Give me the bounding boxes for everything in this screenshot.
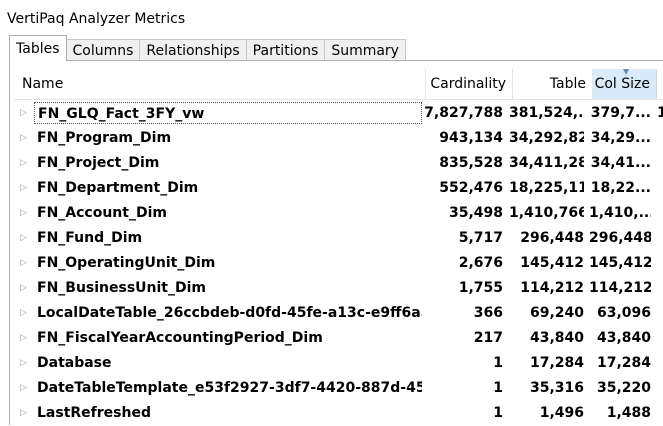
row-cardinality: 2,676 xyxy=(458,255,503,271)
row-col-size: 63,096 xyxy=(596,305,651,321)
table-row[interactable]: ▷ FN_Department_Dim 552,476 18,225,111 18,22… xyxy=(10,176,663,201)
tables-panel: Name Cardinality Table ▼ Col Size ▷ FN_GL… xyxy=(9,60,663,425)
row-table-size: 17,284 xyxy=(529,355,584,371)
row-name: DateTableTemplate_e53f2927-3df7-4420-887… xyxy=(37,380,422,396)
tree-expander-icon[interactable]: ▷ xyxy=(20,251,30,276)
row-col-size: 43,840 xyxy=(596,330,651,346)
table-row[interactable]: ▷ FN_Program_Dim 943,134 34,292,827 34,29... xyxy=(10,126,663,151)
row-col-size: 34,41... xyxy=(590,155,651,171)
row-col-size: 35,220 xyxy=(596,380,651,396)
table-row[interactable]: ▷ FN_Fund_Dim 5,717 296,448 296,448 xyxy=(10,226,663,251)
row-col-size: 18,22... xyxy=(590,180,651,196)
tree-expander-icon[interactable]: ▷ xyxy=(20,151,30,176)
row-table-size: 296,448 xyxy=(520,230,584,246)
row-col-size: 1,488 xyxy=(606,405,651,421)
table-row[interactable]: ▷ FN_OperatingUnit_Dim 2,676 145,412 145,412 xyxy=(10,251,663,276)
header-col-size-label: Col Size xyxy=(594,76,650,92)
sort-descending-icon: ▼ xyxy=(623,69,630,76)
row-table-size: 18,225,111 xyxy=(509,180,584,196)
row-col-size: 296,448 xyxy=(589,230,651,246)
row-name: FN_Program_Dim xyxy=(37,130,172,146)
row-cardinality: 5,717 xyxy=(458,230,503,246)
row-name: LocalDateTable_26ccbdeb-d0fd-45fe-a13c-e… xyxy=(37,305,422,321)
row-cardinality: 217 xyxy=(473,330,503,346)
table-row[interactable]: ▷ FN_FiscalYearAccountingPeriod_Dim 217 43,… xyxy=(10,326,663,351)
table-row[interactable]: ▷ LocalDateTable_26ccbdeb-d0fd-45fe-a13c-… xyxy=(10,301,663,326)
row-col-size: 34,29... xyxy=(590,130,651,146)
row-cardinality: 1 xyxy=(493,405,503,421)
column-header-row: Name Cardinality Table ▼ Col Size xyxy=(14,69,663,100)
row-name: FN_Account_Dim xyxy=(37,205,167,221)
table-list: ▷FN_GLQ_Fact_3FY_vw7,827,788381,524,...3… xyxy=(10,101,663,426)
tab-summary[interactable]: Summary xyxy=(324,39,406,61)
tree-expander-icon[interactable]: ▷ xyxy=(20,376,30,401)
row-col-size: 17,284 xyxy=(596,355,651,371)
tab-columns[interactable]: Columns xyxy=(65,39,141,61)
row-cardinality: 1,755 xyxy=(458,280,503,296)
table-row[interactable]: ▷ FN_Account_Dim 35,498 1,410,766 1,410,... xyxy=(10,201,663,226)
header-col-size[interactable]: ▼ Col Size xyxy=(593,69,657,99)
row-cardinality: 1 xyxy=(493,355,503,371)
table-row[interactable]: ▷ FN_BusinessUnit_Dim 1,755 114,212 114,212 xyxy=(10,276,663,301)
row-name: FN_Fund_Dim xyxy=(37,230,143,246)
row-name: LastRefreshed xyxy=(37,405,151,421)
row-table-size: 145,412 xyxy=(520,255,584,271)
row-table-size: 114,212 xyxy=(520,280,584,296)
row-table-size: 1,496 xyxy=(539,405,584,421)
table-row[interactable]: ▷ FN_Project_Dim 835,528 34,411,283 34,41... xyxy=(10,151,663,176)
window-title: VertiPaq Analyzer Metrics xyxy=(7,11,186,27)
row-table-size: 43,840 xyxy=(529,330,584,346)
row-col-size: 1,410,... xyxy=(589,205,651,221)
row-table-size: 69,240 xyxy=(529,305,584,321)
row-name: FN_GLQ_Fact_3FY_vw xyxy=(34,102,422,124)
row-name: FN_Project_Dim xyxy=(37,155,160,171)
row-table-size: 1,410,766 xyxy=(509,205,584,221)
tree-expander-icon[interactable]: ▷ xyxy=(20,276,30,301)
row-table-size: 35,316 xyxy=(529,380,584,396)
row-table-size: 381,524,... xyxy=(509,105,584,121)
row-cardinality: 366 xyxy=(473,305,503,321)
tab-partitions[interactable]: Partitions xyxy=(245,39,326,61)
row-table-size: 34,411,283 xyxy=(509,155,584,171)
row-cardinality: 835,528 xyxy=(439,155,503,171)
row-col-size: 145,412 xyxy=(589,255,651,271)
table-row[interactable]: ▷ LastRefreshed 1 1,496 1,488 xyxy=(10,401,663,426)
tree-expander-icon[interactable]: ▷ xyxy=(20,326,30,351)
tree-expander-icon[interactable]: ▷ xyxy=(20,101,30,126)
row-cardinality: 943,134 xyxy=(439,130,503,146)
tree-expander-icon[interactable]: ▷ xyxy=(20,301,30,326)
row-cardinality: 7,827,788 xyxy=(424,105,503,121)
table-row[interactable]: ▷ Database 1 17,284 17,284 xyxy=(10,351,663,376)
tree-expander-icon[interactable]: ▷ xyxy=(20,226,30,251)
row-name: FN_BusinessUnit_Dim xyxy=(37,280,207,296)
tree-expander-icon[interactable]: ▷ xyxy=(20,401,30,426)
header-table[interactable]: Table xyxy=(513,69,593,99)
row-name: Database xyxy=(37,355,112,371)
row-name: FN_Department_Dim xyxy=(37,180,199,196)
row-name: FN_FiscalYearAccountingPeriod_Dim xyxy=(37,330,323,346)
row-table-size: 34,292,827 xyxy=(509,130,584,146)
header-cardinality[interactable]: Cardinality xyxy=(426,69,513,99)
row-overflow-value: 1 xyxy=(657,105,663,121)
row-name: FN_OperatingUnit_Dim xyxy=(37,255,216,271)
tree-expander-icon[interactable]: ▷ xyxy=(20,351,30,376)
table-row[interactable]: ▷ DateTableTemplate_e53f2927-3df7-4420-88… xyxy=(10,376,663,401)
row-cardinality: 1 xyxy=(493,380,503,396)
row-cardinality: 35,498 xyxy=(448,205,503,221)
row-col-size: 379,7... xyxy=(590,105,651,121)
tab-relationships[interactable]: Relationships xyxy=(139,39,247,61)
tab-strip: Tables Columns Relationships Partitions … xyxy=(9,35,663,61)
row-col-size: 114,212 xyxy=(589,280,651,296)
header-overflow[interactable] xyxy=(657,69,663,99)
tree-expander-icon[interactable]: ▷ xyxy=(20,176,30,201)
table-row[interactable]: ▷FN_GLQ_Fact_3FY_vw7,827,788 381,524,... 3… xyxy=(10,101,663,126)
header-name[interactable]: Name xyxy=(14,69,426,99)
tab-tables[interactable]: Tables xyxy=(9,35,67,61)
tree-expander-icon[interactable]: ▷ xyxy=(20,201,30,226)
row-cardinality: 552,476 xyxy=(439,180,503,196)
tree-expander-icon[interactable]: ▷ xyxy=(20,126,30,151)
